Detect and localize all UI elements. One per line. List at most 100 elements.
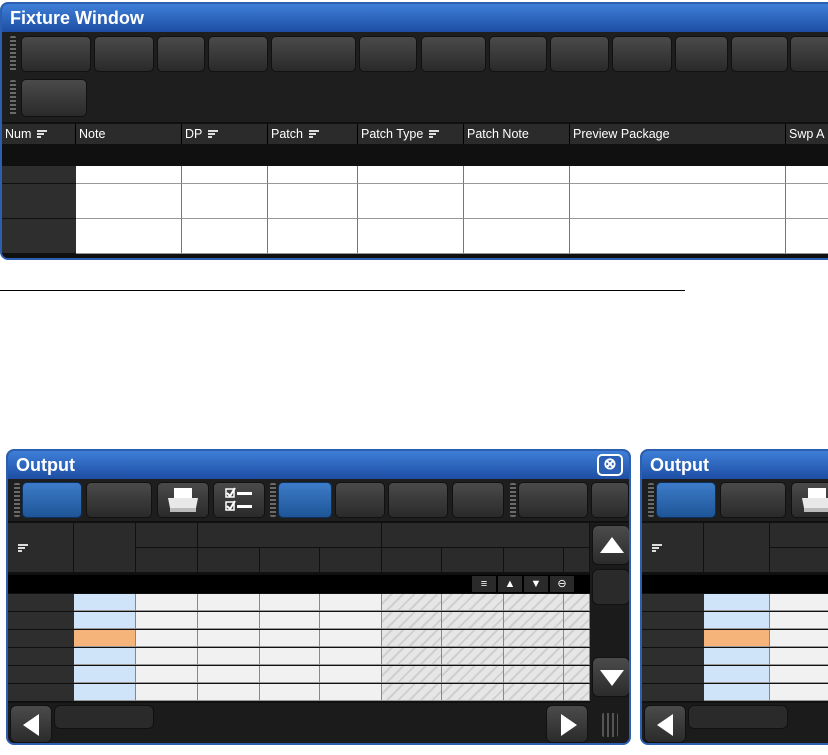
cell-swp[interactable]: [786, 236, 828, 255]
yellow-cell[interactable]: [504, 666, 564, 683]
plots-button[interactable]: [452, 482, 504, 518]
fixture-schedule-button[interactable]: [21, 36, 91, 72]
toolbar-grip-icon[interactable]: [270, 483, 276, 517]
compact-button[interactable]: [720, 482, 786, 518]
more-icon[interactable]: [591, 482, 629, 518]
close-icon[interactable]: ⊗: [597, 454, 623, 476]
auto-kind-button[interactable]: [790, 36, 828, 72]
compact-button[interactable]: [86, 482, 152, 518]
intensity-cell[interactable]: [704, 594, 770, 611]
cell-patch-type[interactable]: [358, 201, 464, 220]
cell-patch-note[interactable]: [464, 201, 570, 220]
pan-cell[interactable]: [198, 648, 260, 665]
cell-swp[interactable]: [786, 201, 828, 220]
magenta-cell[interactable]: [442, 612, 504, 629]
sort-icon[interactable]: [308, 129, 319, 140]
type-cell[interactable]: [136, 648, 198, 665]
toolbar-grip-icon[interactable]: [10, 36, 16, 72]
sources-button[interactable]: [388, 482, 448, 518]
cell-patch-note[interactable]: [464, 236, 570, 255]
cell-patch-type[interactable]: [358, 236, 464, 255]
sort-icon[interactable]: [652, 543, 662, 554]
cyan-cell[interactable]: [382, 684, 442, 701]
cell-patch[interactable]: [268, 236, 358, 255]
unpatch-button[interactable]: [208, 36, 268, 72]
pan-cell[interactable]: [198, 630, 260, 647]
cell-patch-type[interactable]: [358, 183, 464, 202]
row-num[interactable]: [8, 666, 74, 683]
cell-swp[interactable]: [786, 218, 828, 237]
row-num[interactable]: [8, 630, 74, 647]
col-note-header[interactable]: Note: [76, 124, 182, 144]
col-num-header[interactable]: Num: [2, 124, 76, 144]
strobe-type-header[interactable]: [136, 548, 198, 573]
tilt-cell[interactable]: [260, 594, 320, 611]
time-header[interactable]: [320, 548, 382, 573]
show-palettes-button[interactable]: [22, 482, 82, 518]
cell-patch-note[interactable]: [464, 166, 570, 184]
up-icon[interactable]: ▲: [498, 576, 522, 592]
col-preview-package-header[interactable]: Preview Package: [570, 124, 786, 144]
col-patch-header[interactable]: Patch: [268, 124, 358, 144]
cell-patch[interactable]: [268, 218, 358, 237]
change-type-button[interactable]: [489, 36, 547, 72]
type-cell[interactable]: [136, 666, 198, 683]
hue-cell[interactable]: [564, 630, 590, 647]
cell-preview[interactable]: [570, 183, 786, 202]
col-swp-header[interactable]: Swp A: [786, 124, 828, 144]
toolbar-grip-icon[interactable]: [10, 80, 16, 116]
magenta-cell[interactable]: [442, 666, 504, 683]
cell-note[interactable]: [76, 218, 182, 237]
intensity-header[interactable]: [704, 523, 770, 573]
toolbar-grip-icon[interactable]: [14, 483, 20, 517]
yellow-cell[interactable]: [504, 648, 564, 665]
row-num[interactable]: [8, 648, 74, 665]
intensity-header[interactable]: [74, 523, 136, 573]
cell-dp[interactable]: [182, 218, 268, 237]
type-cell[interactable]: [136, 612, 198, 629]
scroll-left-button[interactable]: [10, 705, 52, 743]
sort-icon[interactable]: [429, 129, 440, 140]
magenta-cell[interactable]: [442, 684, 504, 701]
magenta-cell[interactable]: [442, 648, 504, 665]
row-num[interactable]: [2, 236, 76, 254]
intensity-cell[interactable]: [704, 612, 770, 629]
type-cell[interactable]: [770, 648, 828, 665]
row-num[interactable]: [642, 684, 704, 701]
num-header[interactable]: [8, 523, 74, 573]
cyan-cell[interactable]: [382, 612, 442, 629]
toolbar-grip-icon[interactable]: [648, 483, 654, 517]
cell-patch-type[interactable]: [358, 218, 464, 237]
horizontal-scroll-thumb[interactable]: [54, 705, 154, 729]
cell-preview[interactable]: [570, 201, 786, 220]
type-cell[interactable]: [770, 684, 828, 701]
time-cell[interactable]: [320, 666, 382, 683]
row-num[interactable]: [8, 684, 74, 701]
cell-dp[interactable]: [182, 201, 268, 220]
checklist-button[interactable]: [213, 482, 265, 518]
patch-media-button[interactable]: [157, 36, 205, 72]
horizontal-scroll-thumb[interactable]: [688, 705, 788, 729]
edit-fixtures-button[interactable]: [612, 36, 672, 72]
print-button[interactable]: [157, 482, 209, 518]
scroll-up-button[interactable]: [592, 525, 629, 565]
sort-icon[interactable]: [208, 129, 219, 140]
strobe-type-header[interactable]: [770, 548, 828, 573]
scroll-right-button[interactable]: [546, 705, 588, 743]
studio-spot-575-button[interactable]: [518, 482, 588, 518]
intensity-cell[interactable]: [74, 612, 136, 629]
cell-swp[interactable]: [786, 183, 828, 202]
row-num[interactable]: [2, 183, 76, 201]
patch-at-button[interactable]: [94, 36, 154, 72]
magenta-header[interactable]: [442, 548, 504, 573]
pan-cell[interactable]: [198, 594, 260, 611]
row-num[interactable]: [8, 594, 74, 611]
toolbar-grip-icon[interactable]: [510, 483, 516, 517]
cell-note[interactable]: [76, 166, 182, 184]
hue-cell[interactable]: [564, 612, 590, 629]
magenta-cell[interactable]: [442, 594, 504, 611]
tilt-header[interactable]: [260, 548, 320, 573]
sort-icon[interactable]: [37, 129, 48, 140]
cell-patch-note[interactable]: [464, 183, 570, 202]
cell-patch[interactable]: [268, 166, 358, 184]
